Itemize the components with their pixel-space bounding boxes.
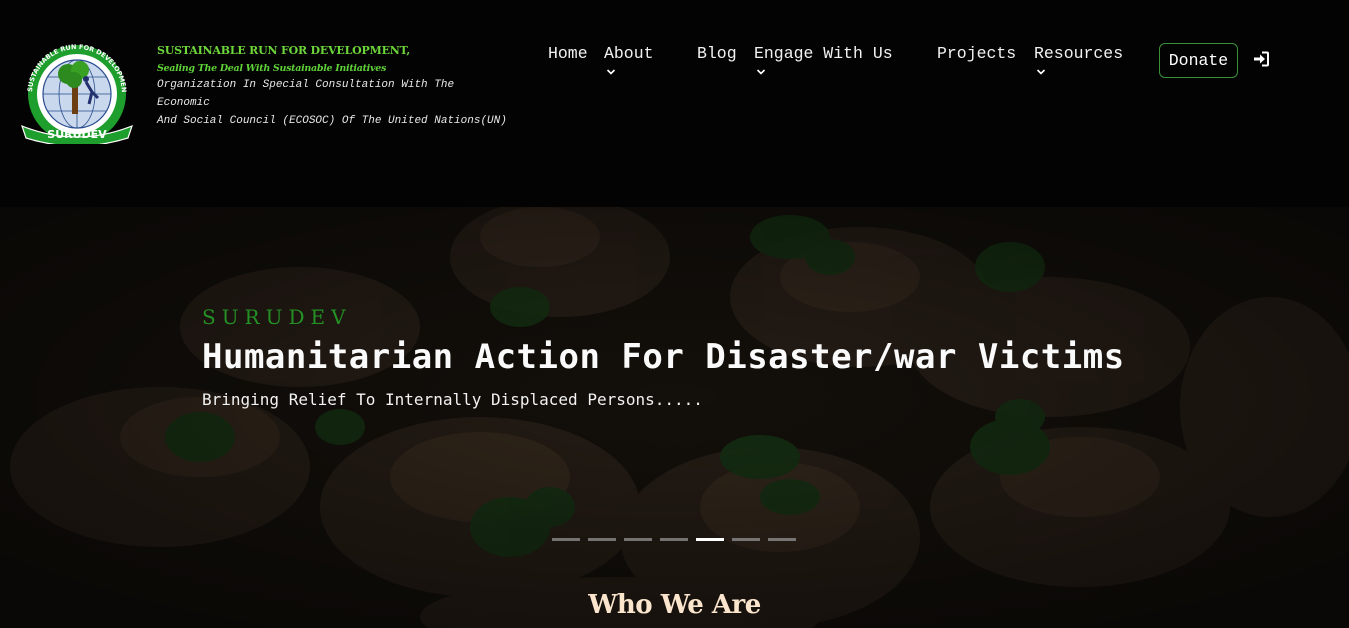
carousel-indicators — [552, 538, 796, 541]
carousel-indicator-active[interactable] — [696, 538, 724, 541]
hero-carousel: SURUDEV Humanitarian Action For Disaster… — [0, 207, 1349, 628]
carousel-indicator[interactable] — [552, 538, 580, 541]
chevron-down-icon — [756, 69, 766, 75]
nav-item-engage-with-us[interactable]: Engage With Us — [754, 44, 893, 77]
carousel-indicator[interactable] — [588, 538, 616, 541]
hands-holding-seedlings-image — [0, 207, 1349, 628]
hero-title: Humanitarian Action For Disaster/war Vic… — [202, 337, 1125, 377]
site-header: SUSTAINABLE RUN FOR DEVELOPMENT SURUDEV … — [0, 0, 1349, 207]
nav-item-blog[interactable]: Blog — [697, 44, 737, 63]
chevron-down-icon — [606, 69, 616, 75]
who-we-are-heading: Who We Are — [588, 590, 761, 620]
hero-subtitle: Bringing Relief To Internally Displaced … — [202, 390, 703, 409]
nav-item-resources[interactable]: Resources — [1034, 44, 1123, 77]
nav-item-about[interactable]: About — [604, 44, 654, 77]
org-info: SUSTAINABLE RUN FOR DEVELOPMENT, Sealing… — [157, 44, 547, 130]
donate-button[interactable]: Donate — [1159, 43, 1238, 78]
ecosoc-status-line-1: Organization In Special Consultation Wit… — [157, 79, 455, 91]
org-name: SUSTAINABLE RUN FOR DEVELOPMENT, — [157, 44, 411, 57]
nav-item-label: Resources — [1034, 44, 1124, 63]
org-tagline: Sealing The Deal With Sustainable Initia… — [157, 63, 386, 74]
surudev-logo[interactable]: SUSTAINABLE RUN FOR DEVELOPMENT SURUDEV — [16, 42, 138, 144]
chevron-down-icon — [1036, 69, 1046, 75]
hero-brand: SURUDEV — [202, 305, 352, 329]
ecosoc-status-line-3: And Social Council (ECOSOC) Of The Unite… — [157, 115, 507, 127]
carousel-indicator[interactable] — [660, 538, 688, 541]
nav-item-label: Home — [548, 44, 588, 63]
sign-in-icon[interactable] — [1252, 50, 1270, 68]
carousel-indicator[interactable] — [768, 538, 796, 541]
carousel-indicator[interactable] — [732, 538, 760, 541]
nav-item-label: About — [604, 44, 654, 63]
nav-item-home[interactable]: Home — [548, 44, 588, 63]
carousel-indicator[interactable] — [624, 538, 652, 541]
nav-item-label: Engage With Us — [754, 44, 893, 63]
nav-item-projects[interactable]: Projects — [937, 44, 1016, 63]
nav-item-label: Blog — [697, 44, 737, 63]
logo-banner-text: SURUDEV — [47, 128, 107, 141]
ecosoc-status-line-2: Economic — [157, 97, 210, 109]
nav-item-label: Projects — [937, 44, 1017, 63]
